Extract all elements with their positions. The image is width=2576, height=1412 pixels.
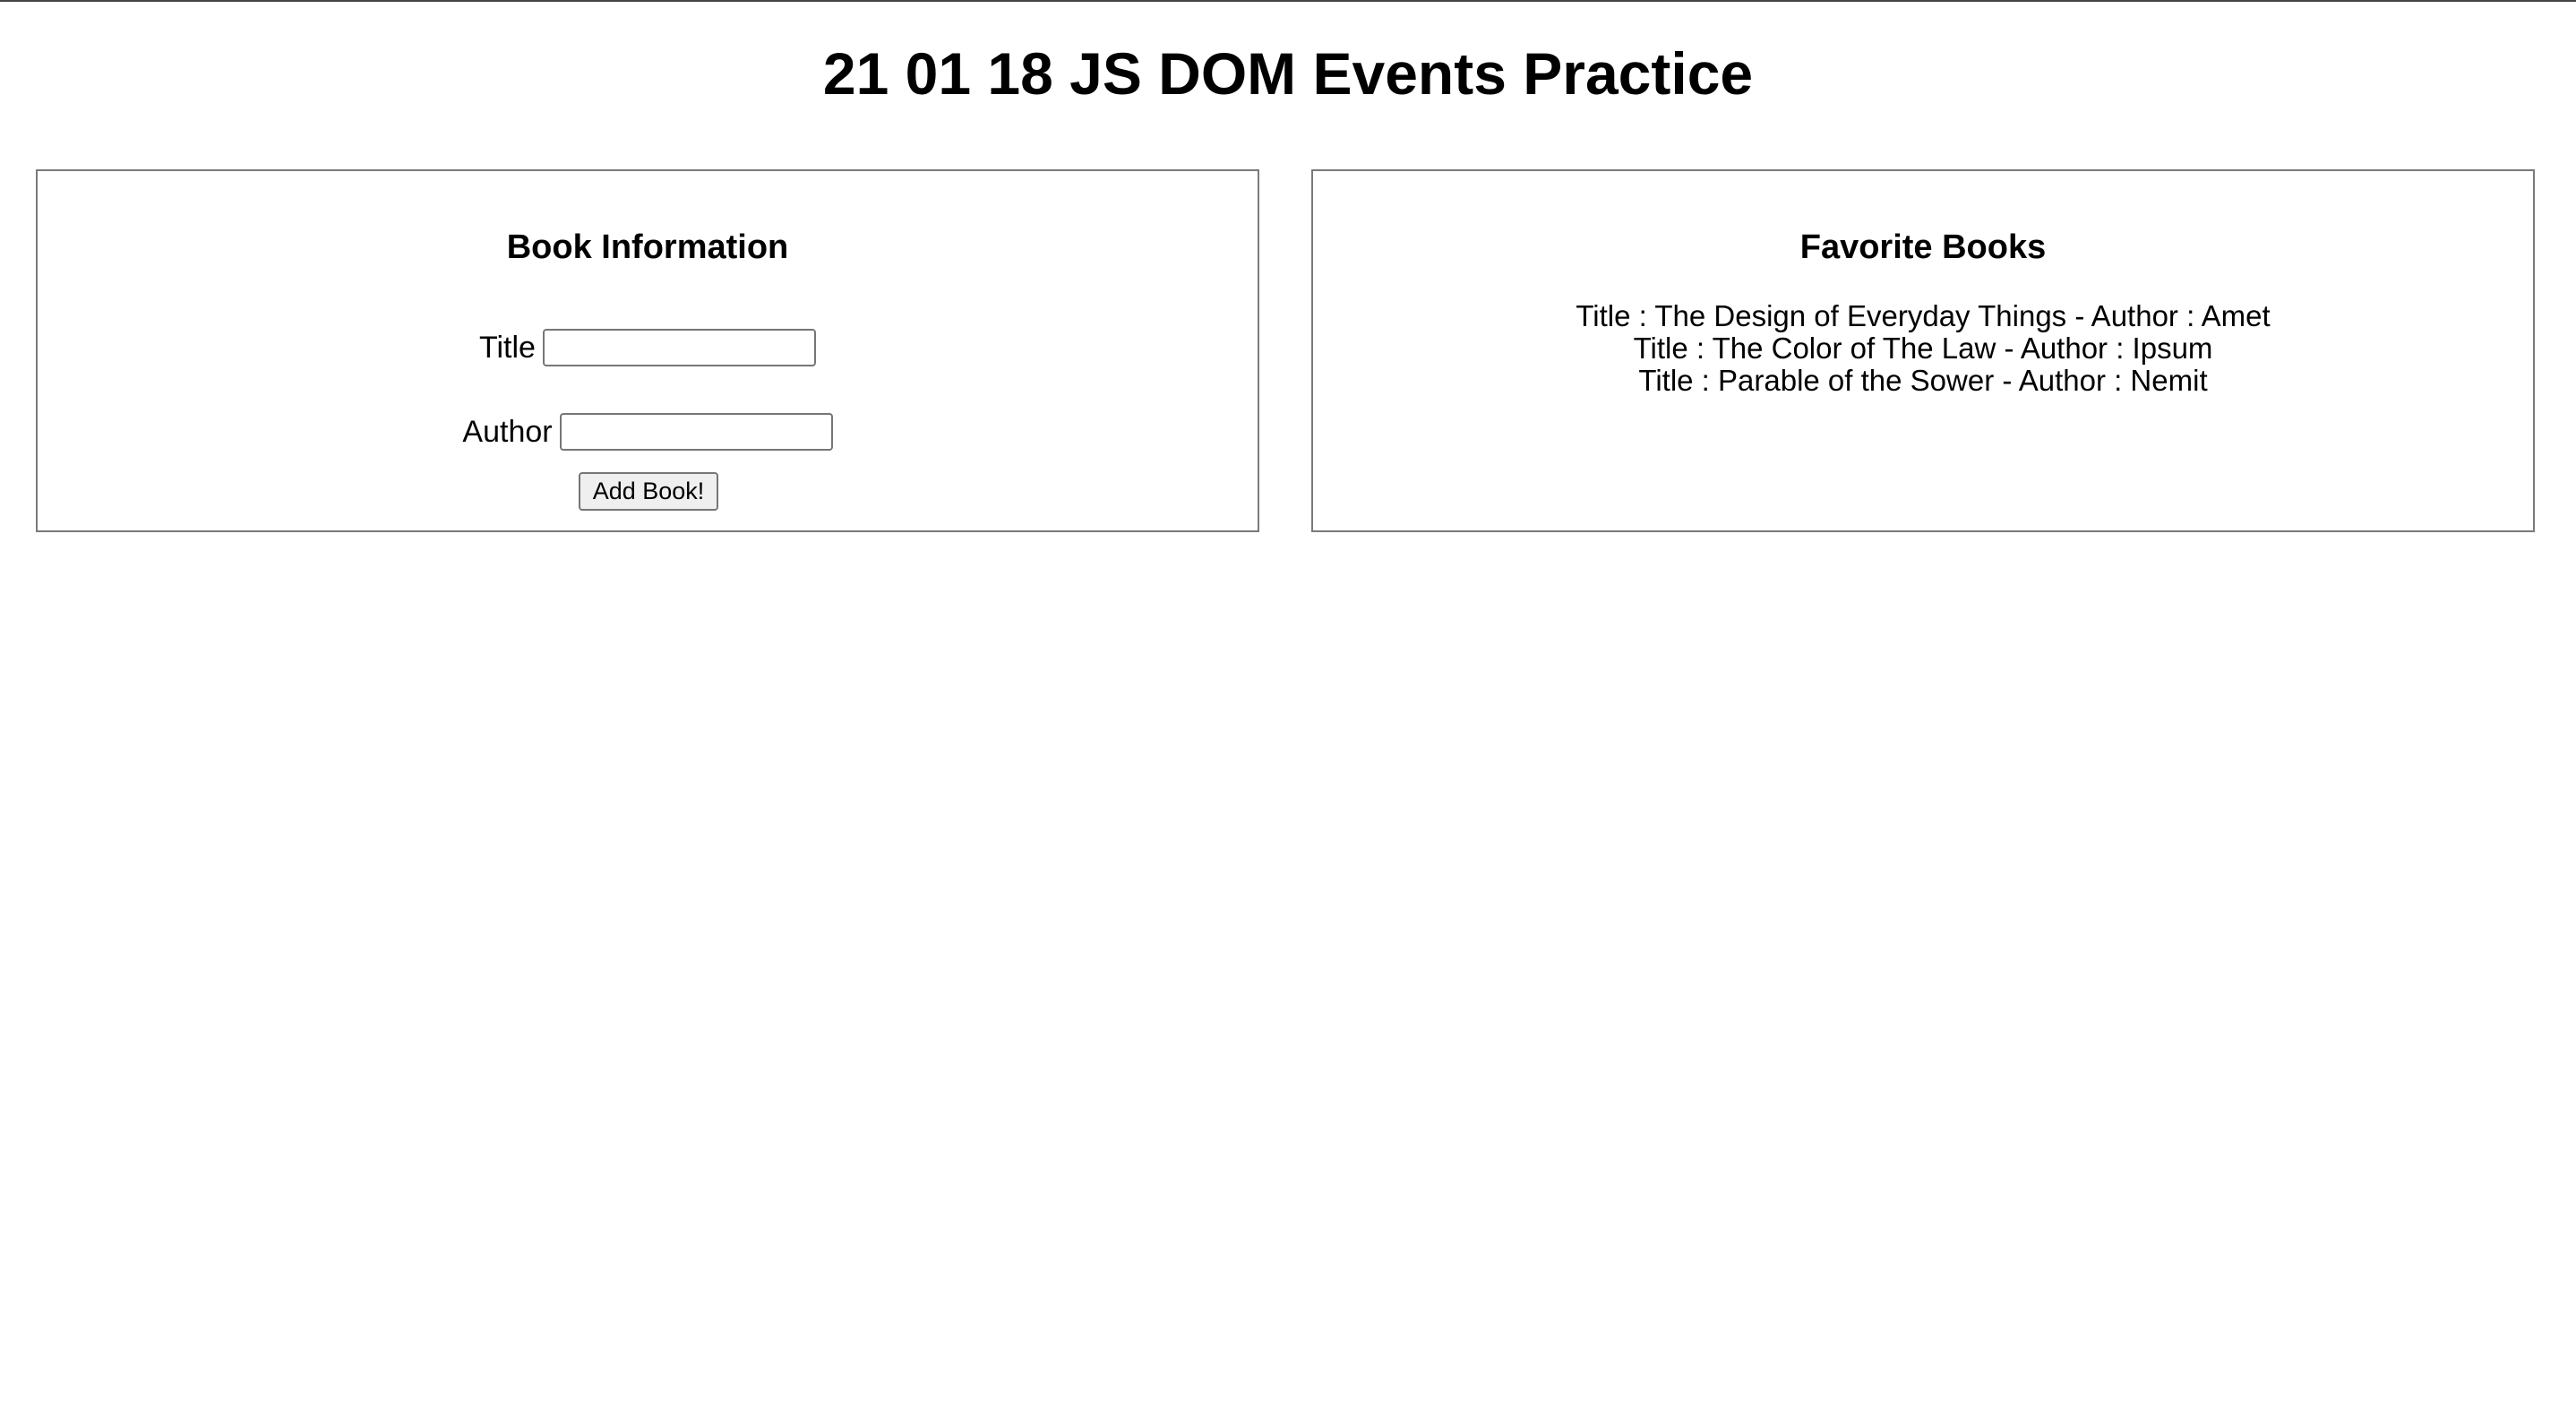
list-item: Title : The Color of The Law - Author : … <box>1633 331 2213 365</box>
favorite-books-panel: Favorite Books Title : The Design of Eve… <box>1311 169 2535 532</box>
author-row: Author <box>38 409 1258 452</box>
list-item: Title : Parable of the Sower - Author : … <box>1638 364 2208 397</box>
author-label: Author <box>462 415 553 450</box>
page-title: 21 01 18 JS DOM Events Practice <box>822 40 1754 107</box>
title-row: Title <box>38 325 1258 368</box>
book-information-heading: Book Information <box>506 228 789 266</box>
author-input[interactable] <box>559 413 833 452</box>
favorite-books-list: Title : The Design of Everyday Things - … <box>1313 300 2533 397</box>
favorite-books-heading: Favorite Books <box>1799 228 2047 266</box>
book-information-panel: Book Information Title Author Add Book! <box>36 169 1259 532</box>
title-label: Title <box>479 331 536 366</box>
list-item: Title : The Design of Everyday Things - … <box>1576 299 2271 332</box>
title-input[interactable] <box>542 329 816 367</box>
add-book-button[interactable]: Add Book! <box>579 472 718 511</box>
top-divider <box>0 0 2576 2</box>
